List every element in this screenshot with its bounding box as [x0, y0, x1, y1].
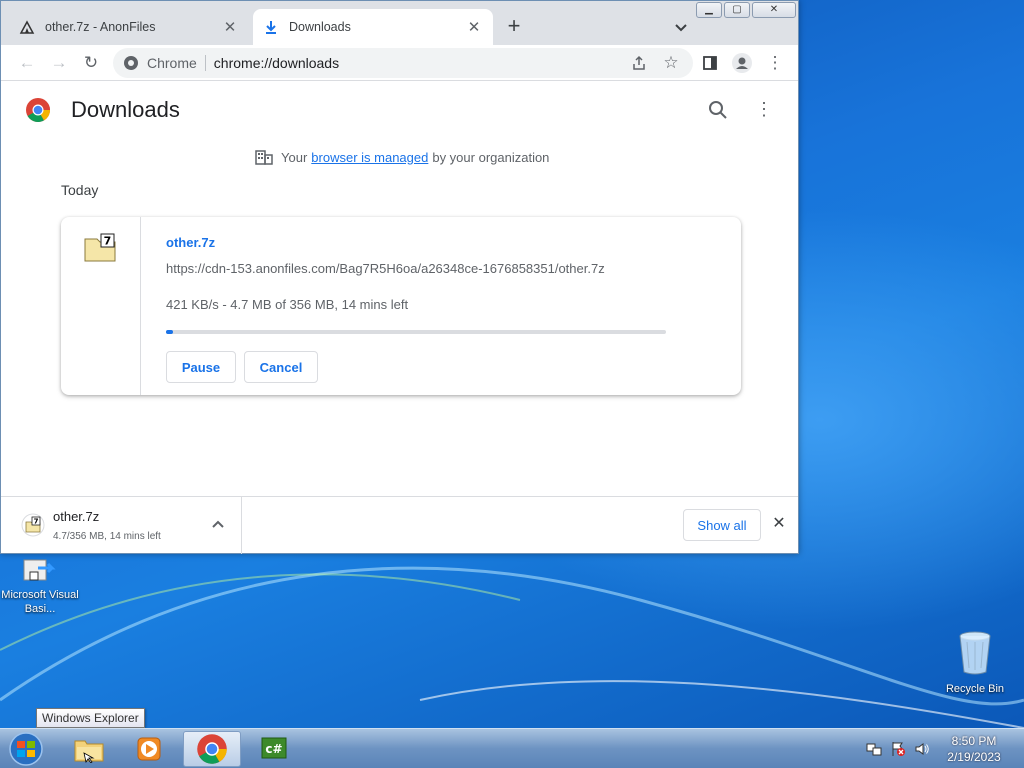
- 7z-file-icon: 7: [21, 513, 45, 537]
- show-all-button[interactable]: Show all: [683, 509, 761, 541]
- taskbar-media-player[interactable]: [120, 731, 178, 767]
- download-source-url[interactable]: https://cdn-153.anonfiles.com/Bag7R5H6oa…: [166, 261, 605, 276]
- profile-avatar-icon[interactable]: [730, 51, 754, 75]
- back-arrow-icon[interactable]: ←: [15, 51, 39, 75]
- download-icon: [266, 21, 276, 34]
- svg-text:7: 7: [34, 518, 39, 526]
- download-status: 421 KB/s - 4.7 MB of 356 MB, 14 mins lef…: [166, 297, 409, 312]
- date-section-heading: Today: [61, 182, 99, 198]
- shelf-download-item[interactable]: 7 other.7z 4.7/356 MB, 14 mins left: [1, 497, 242, 554]
- network-icon[interactable]: [866, 741, 882, 757]
- download-file-name[interactable]: other.7z: [166, 235, 215, 250]
- download-progress-bar: [166, 330, 666, 334]
- taskbar-tooltip: Windows Explorer: [36, 708, 145, 728]
- page-title: Downloads: [71, 97, 180, 122]
- tab-title: Downloads: [289, 20, 351, 34]
- tab-title: other.7z - AnonFiles: [45, 20, 156, 34]
- side-panel-icon[interactable]: [698, 51, 722, 75]
- url-text: chrome://downloads: [213, 55, 340, 71]
- browser-window: other.7z - AnonFiles ✕ Downloads ✕ + ▁ ▢…: [0, 0, 799, 554]
- shelf-file-progress: 4.7/356 MB, 14 mins left: [53, 531, 161, 542]
- file-icon-column: 7: [61, 217, 141, 395]
- visual-basic-icon: [23, 559, 56, 581]
- desktop-icon-label: Recycle Bin: [945, 683, 1005, 695]
- browser-toolbar: ← → ↻ Chrome chrome://downloads ☆ ⋮: [1, 45, 798, 81]
- system-tray: [866, 741, 930, 757]
- browser-menu-icon[interactable]: ⋮: [763, 51, 787, 75]
- desktop-icon-visual-basic[interactable]: Microsoft Visual Basi...: [0, 556, 80, 616]
- minimize-button[interactable]: ▁: [696, 2, 722, 18]
- browser-managed-link[interactable]: browser is managed: [311, 150, 428, 165]
- address-bar[interactable]: Chrome chrome://downloads: [113, 48, 693, 78]
- forward-arrow-icon[interactable]: →: [47, 51, 71, 75]
- action-center-flag-icon[interactable]: [890, 741, 906, 757]
- maximize-button[interactable]: ▢: [724, 2, 750, 18]
- taskbar-csharp-app[interactable]: c#: [246, 731, 304, 767]
- tab-anonfiles[interactable]: other.7z - AnonFiles ✕: [9, 9, 249, 45]
- csharp-icon: c#: [261, 737, 287, 759]
- tab-downloads[interactable]: Downloads ✕: [253, 9, 493, 45]
- chevron-up-icon[interactable]: [209, 515, 227, 533]
- anonfiles-icon: [19, 20, 35, 34]
- recycle-bin-icon: [959, 631, 991, 675]
- pause-button[interactable]: Pause: [166, 351, 236, 383]
- tab-search-chevron-icon[interactable]: [671, 17, 691, 37]
- download-shelf: 7 other.7z 4.7/356 MB, 14 mins left Show…: [1, 496, 798, 554]
- download-card: 7 other.7z https://cdn-153.anonfiles.com…: [61, 217, 741, 395]
- 7z-file-icon: 7: [84, 233, 116, 262]
- folder-icon: [74, 740, 104, 763]
- close-tab-icon[interactable]: ✕: [465, 18, 483, 36]
- building-icon: [255, 150, 273, 165]
- managed-notice: Your browser is managed by your organiza…: [255, 149, 549, 165]
- downloads-page: Downloads ⋮ Your browser is managed by y…: [1, 81, 798, 496]
- download-progress-fill: [166, 330, 173, 334]
- shelf-file-name: other.7z: [53, 509, 100, 524]
- omnibox-separator: [204, 55, 206, 71]
- chrome-logo-icon: [26, 98, 51, 123]
- svg-text:c#: c#: [265, 742, 282, 756]
- share-icon[interactable]: [627, 51, 651, 75]
- close-shelf-icon[interactable]: ✕: [770, 515, 788, 533]
- clock-date: 2/19/2023: [947, 750, 1001, 764]
- start-button-icon[interactable]: [6, 731, 46, 767]
- bookmark-star-icon[interactable]: ☆: [659, 51, 683, 75]
- cancel-button[interactable]: Cancel: [244, 351, 318, 383]
- desktop-icon-recycle-bin[interactable]: Recycle Bin: [935, 630, 1015, 696]
- taskbar-windows-explorer[interactable]: [60, 731, 118, 767]
- desktop-icon-label: Microsoft Visual Basi...: [1, 589, 79, 615]
- managed-prefix: Your: [281, 149, 308, 165]
- taskbar-chrome[interactable]: [183, 731, 241, 767]
- media-player-icon: [137, 737, 161, 761]
- tab-strip: other.7z - AnonFiles ✕ Downloads ✕ + ▁ ▢…: [1, 1, 798, 45]
- search-icon[interactable]: [707, 99, 729, 121]
- reload-icon[interactable]: ↻: [79, 51, 103, 75]
- managed-suffix: by your organization: [432, 149, 550, 165]
- clock-time: 8:50 PM: [951, 734, 997, 748]
- chrome-logo-icon: [197, 734, 227, 764]
- close-window-button[interactable]: ✕: [752, 2, 796, 18]
- new-tab-button[interactable]: +: [502, 15, 526, 39]
- window-controls: ▁ ▢ ✕: [696, 2, 796, 18]
- more-options-icon[interactable]: ⋮: [753, 99, 775, 121]
- svg-text:7: 7: [104, 235, 112, 248]
- close-tab-icon[interactable]: ✕: [221, 18, 239, 36]
- taskbar: c# 8:50 PM 2/19/2023: [0, 728, 1024, 768]
- site-label: Chrome: [147, 55, 197, 71]
- volume-icon[interactable]: [914, 741, 930, 757]
- system-clock[interactable]: 8:50 PM 2/19/2023: [944, 733, 1004, 765]
- chrome-site-icon: [124, 56, 138, 70]
